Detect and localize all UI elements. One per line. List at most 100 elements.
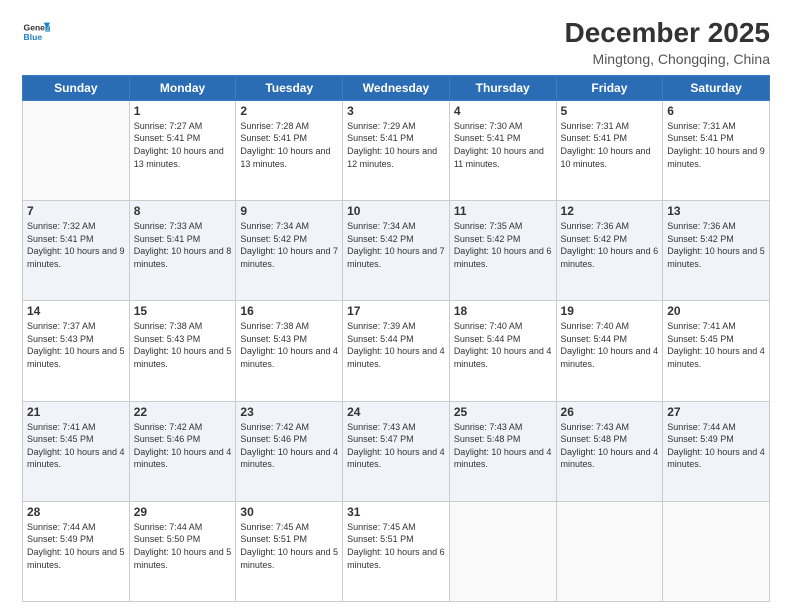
calendar-week-row: 14 Sunrise: 7:37 AM Sunset: 5:43 PM Dayli… (23, 301, 770, 401)
day-number: 18 (454, 304, 552, 318)
table-row: 27 Sunrise: 7:44 AM Sunset: 5:49 PM Dayli… (663, 401, 770, 501)
table-row (449, 501, 556, 601)
table-row: 22 Sunrise: 7:42 AM Sunset: 5:46 PM Dayli… (129, 401, 236, 501)
table-row: 2Sunrise: 7:28 AM Sunset: 5:41 PM Daylig… (236, 100, 343, 200)
table-row (23, 100, 130, 200)
svg-text:Blue: Blue (24, 32, 43, 42)
day-info: Sunrise: 7:36 AM Sunset: 5:42 PM Dayligh… (561, 220, 659, 270)
table-row: 10 Sunrise: 7:34 AM Sunset: 5:42 PM Dayli… (343, 201, 450, 301)
table-row: 7Sunrise: 7:32 AM Sunset: 5:41 PM Daylig… (23, 201, 130, 301)
col-monday: Monday (129, 75, 236, 100)
header: General Blue December 2025 Mingtong, Cho… (22, 18, 770, 67)
col-saturday: Saturday (663, 75, 770, 100)
day-info: Sunrise: 7:27 AM Sunset: 5:41 PM Dayligh… (134, 120, 232, 170)
day-number: 8 (134, 204, 232, 218)
day-number: 22 (134, 405, 232, 419)
col-sunday: Sunday (23, 75, 130, 100)
day-number: 29 (134, 505, 232, 519)
day-info: Sunrise: 7:39 AM Sunset: 5:44 PM Dayligh… (347, 320, 445, 370)
table-row: 6 Sunrise: 7:31 AM Sunset: 5:41 PM Daylig… (663, 100, 770, 200)
day-number: 12 (561, 204, 659, 218)
day-info: Sunrise: 7:31 AM Sunset: 5:41 PM Dayligh… (667, 120, 765, 170)
table-row: 11Sunrise: 7:35 AM Sunset: 5:42 PM Dayli… (449, 201, 556, 301)
day-number: 5 (561, 104, 659, 118)
day-number: 1 (134, 104, 232, 118)
table-row: 8Sunrise: 7:33 AM Sunset: 5:41 PM Daylig… (129, 201, 236, 301)
table-row: 30 Sunrise: 7:45 AM Sunset: 5:51 PM Dayli… (236, 501, 343, 601)
day-number: 31 (347, 505, 445, 519)
day-info: Sunrise: 7:31 AM Sunset: 5:41 PM Dayligh… (561, 120, 659, 170)
day-number: 30 (240, 505, 338, 519)
calendar-week-row: 7Sunrise: 7:32 AM Sunset: 5:41 PM Daylig… (23, 201, 770, 301)
table-row: 29Sunrise: 7:44 AM Sunset: 5:50 PM Dayli… (129, 501, 236, 601)
day-number: 9 (240, 204, 338, 218)
location: Mingtong, Chongqing, China (565, 51, 770, 67)
table-row: 15 Sunrise: 7:38 AM Sunset: 5:43 PM Dayli… (129, 301, 236, 401)
table-row: 16 Sunrise: 7:38 AM Sunset: 5:43 PM Dayli… (236, 301, 343, 401)
day-number: 27 (667, 405, 765, 419)
day-info: Sunrise: 7:38 AM Sunset: 5:43 PM Dayligh… (240, 320, 338, 370)
calendar-header-row: Sunday Monday Tuesday Wednesday Thursday… (23, 75, 770, 100)
day-info: Sunrise: 7:43 AM Sunset: 5:48 PM Dayligh… (454, 421, 552, 471)
table-row: 1 Sunrise: 7:27 AM Sunset: 5:41 PM Daylig… (129, 100, 236, 200)
day-number: 16 (240, 304, 338, 318)
day-info: Sunrise: 7:38 AM Sunset: 5:43 PM Dayligh… (134, 320, 232, 370)
page: General Blue December 2025 Mingtong, Cho… (0, 0, 792, 612)
table-row: 21Sunrise: 7:41 AM Sunset: 5:45 PM Dayli… (23, 401, 130, 501)
day-info: Sunrise: 7:41 AM Sunset: 5:45 PM Dayligh… (27, 421, 125, 471)
day-info: Sunrise: 7:34 AM Sunset: 5:42 PM Dayligh… (347, 220, 445, 270)
col-wednesday: Wednesday (343, 75, 450, 100)
table-row (556, 501, 663, 601)
table-row: 31 Sunrise: 7:45 AM Sunset: 5:51 PM Dayli… (343, 501, 450, 601)
calendar-table: Sunday Monday Tuesday Wednesday Thursday… (22, 75, 770, 602)
logo: General Blue (22, 18, 50, 46)
day-number: 7 (27, 204, 125, 218)
day-info: Sunrise: 7:44 AM Sunset: 5:49 PM Dayligh… (667, 421, 765, 471)
day-info: Sunrise: 7:37 AM Sunset: 5:43 PM Dayligh… (27, 320, 125, 370)
day-info: Sunrise: 7:43 AM Sunset: 5:48 PM Dayligh… (561, 421, 659, 471)
day-number: 28 (27, 505, 125, 519)
table-row: 26Sunrise: 7:43 AM Sunset: 5:48 PM Dayli… (556, 401, 663, 501)
day-info: Sunrise: 7:34 AM Sunset: 5:42 PM Dayligh… (240, 220, 338, 270)
day-number: 14 (27, 304, 125, 318)
table-row: 14 Sunrise: 7:37 AM Sunset: 5:43 PM Dayli… (23, 301, 130, 401)
day-info: Sunrise: 7:43 AM Sunset: 5:47 PM Dayligh… (347, 421, 445, 471)
table-row: 13 Sunrise: 7:36 AM Sunset: 5:42 PM Dayli… (663, 201, 770, 301)
day-number: 6 (667, 104, 765, 118)
day-number: 20 (667, 304, 765, 318)
day-info: Sunrise: 7:28 AM Sunset: 5:41 PM Dayligh… (240, 120, 338, 170)
col-friday: Friday (556, 75, 663, 100)
day-info: Sunrise: 7:35 AM Sunset: 5:42 PM Dayligh… (454, 220, 552, 270)
day-info: Sunrise: 7:41 AM Sunset: 5:45 PM Dayligh… (667, 320, 765, 370)
day-info: Sunrise: 7:29 AM Sunset: 5:41 PM Dayligh… (347, 120, 445, 170)
day-number: 13 (667, 204, 765, 218)
table-row: 24 Sunrise: 7:43 AM Sunset: 5:47 PM Dayli… (343, 401, 450, 501)
day-info: Sunrise: 7:45 AM Sunset: 5:51 PM Dayligh… (347, 521, 445, 571)
day-number: 24 (347, 405, 445, 419)
table-row: 23Sunrise: 7:42 AM Sunset: 5:46 PM Dayli… (236, 401, 343, 501)
title-area: December 2025 Mingtong, Chongqing, China (565, 18, 770, 67)
day-info: Sunrise: 7:42 AM Sunset: 5:46 PM Dayligh… (240, 421, 338, 471)
table-row: 9 Sunrise: 7:34 AM Sunset: 5:42 PM Daylig… (236, 201, 343, 301)
day-number: 15 (134, 304, 232, 318)
day-number: 4 (454, 104, 552, 118)
calendar-week-row: 21Sunrise: 7:41 AM Sunset: 5:45 PM Dayli… (23, 401, 770, 501)
table-row: 12 Sunrise: 7:36 AM Sunset: 5:42 PM Dayli… (556, 201, 663, 301)
day-number: 19 (561, 304, 659, 318)
day-number: 10 (347, 204, 445, 218)
table-row: 25 Sunrise: 7:43 AM Sunset: 5:48 PM Dayli… (449, 401, 556, 501)
table-row: 4Sunrise: 7:30 AM Sunset: 5:41 PM Daylig… (449, 100, 556, 200)
day-info: Sunrise: 7:40 AM Sunset: 5:44 PM Dayligh… (561, 320, 659, 370)
day-info: Sunrise: 7:36 AM Sunset: 5:42 PM Dayligh… (667, 220, 765, 270)
day-number: 25 (454, 405, 552, 419)
calendar-week-row: 28Sunrise: 7:44 AM Sunset: 5:49 PM Dayli… (23, 501, 770, 601)
day-info: Sunrise: 7:42 AM Sunset: 5:46 PM Dayligh… (134, 421, 232, 471)
day-info: Sunrise: 7:45 AM Sunset: 5:51 PM Dayligh… (240, 521, 338, 571)
table-row: 3Sunrise: 7:29 AM Sunset: 5:41 PM Daylig… (343, 100, 450, 200)
table-row (663, 501, 770, 601)
col-thursday: Thursday (449, 75, 556, 100)
logo-icon: General Blue (22, 18, 50, 46)
col-tuesday: Tuesday (236, 75, 343, 100)
table-row: 19 Sunrise: 7:40 AM Sunset: 5:44 PM Dayli… (556, 301, 663, 401)
day-number: 17 (347, 304, 445, 318)
